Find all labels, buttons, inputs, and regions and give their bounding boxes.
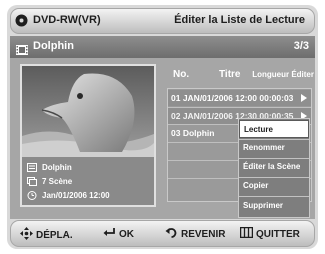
title-thumbnail: Dolphin 7 Scène Jan/01/2006 12:00	[20, 64, 156, 207]
dvd-menu-screen: DVD-RW(VR) Éditer la Liste de Lecture Do…	[7, 5, 318, 249]
column-length: Longueur Éditer	[252, 70, 314, 79]
title-icon	[27, 163, 37, 172]
enter-icon	[103, 227, 116, 241]
list-item-text: 03 Dolphin	[171, 128, 215, 138]
return-icon	[165, 227, 178, 241]
info-title-row: Dolphin	[27, 163, 72, 172]
dolphin-image	[22, 66, 154, 157]
disc-icon	[15, 14, 28, 27]
hint-back: REVENIR	[165, 227, 225, 241]
info-scene-row: 7 Scène	[27, 177, 72, 186]
info-scenes: 7 Scène	[42, 177, 73, 186]
film-icon	[16, 42, 28, 55]
page-counter: 3/3	[293, 40, 309, 52]
hint-ok-label: OK	[119, 228, 134, 240]
menu-icon	[239, 226, 254, 241]
hint-ok: OK	[103, 227, 134, 241]
info-title: Dolphin	[42, 163, 72, 172]
menu-item-copy[interactable]: Copier	[239, 177, 309, 195]
list-item-text: 01 JAN/01/2006 12:00 00:00:03	[171, 93, 294, 103]
context-menu: Lecture Renommer Éditer la Scène Copier …	[238, 118, 310, 218]
hint-move: DÉPLA.	[20, 227, 73, 243]
column-title: Titre	[219, 69, 241, 80]
column-no: No.	[173, 69, 190, 80]
hint-move-label: DÉPLA.	[36, 229, 73, 241]
play-arrow-icon	[301, 94, 307, 102]
menu-item-play[interactable]: Lecture	[239, 120, 309, 138]
menu-item-edit-scene[interactable]: Éditer la Scène	[239, 158, 309, 176]
title-info-box: Dolphin 7 Scène Jan/01/2006 12:00	[22, 157, 154, 205]
menu-item-rename[interactable]: Renommer	[239, 139, 309, 157]
hint-back-label: REVENIR	[181, 228, 226, 240]
list-headers: No. Titre Longueur Éditer	[167, 69, 314, 85]
playlist-bar: Dolphin 3/3	[10, 36, 315, 58]
screen-title: Éditer la Liste de Lecture	[174, 14, 305, 26]
clock-icon	[27, 191, 37, 200]
list-item[interactable]: 01 JAN/01/2006 12:00 00:00:03	[168, 90, 311, 106]
disc-type-label: DVD-RW(VR)	[33, 14, 101, 26]
info-date-row: Jan/01/2006 12:00	[27, 191, 110, 200]
hint-quit: QUITTER	[239, 226, 300, 241]
dpad-icon	[20, 227, 33, 243]
scene-icon	[27, 177, 37, 186]
hint-quit-label: QUITTER	[256, 228, 300, 240]
menu-item-delete[interactable]: Supprimer	[239, 197, 309, 215]
playlist-name: Dolphin	[33, 40, 74, 52]
info-date: Jan/01/2006 12:00	[42, 191, 110, 200]
